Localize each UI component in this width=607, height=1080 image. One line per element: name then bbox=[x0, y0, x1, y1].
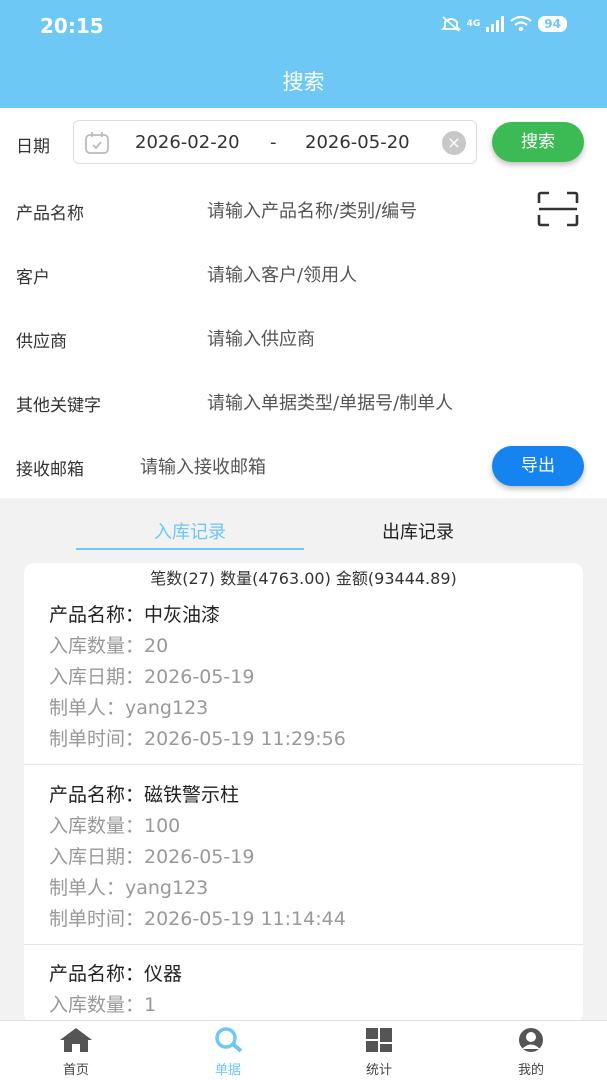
battery-indicator: 94 bbox=[538, 16, 567, 32]
email-input[interactable]: 请输入接收邮箱 bbox=[140, 453, 266, 479]
record-qty: 入库数量：20 bbox=[49, 635, 169, 657]
page-title: 搜索 bbox=[282, 70, 325, 94]
record-list: 笔数(27) 数量(4763.00) 金额(93444.89) 产品名称：中灰油… bbox=[24, 563, 583, 1023]
date-range-picker[interactable]: 2026-02-20 - 2026-05-20 × bbox=[73, 120, 477, 164]
scan-icon[interactable] bbox=[537, 191, 579, 227]
customer-label: 客户 bbox=[16, 268, 50, 288]
status-icons: 4G 94 bbox=[440, 15, 567, 33]
date-end[interactable]: 2026-05-20 bbox=[305, 132, 410, 153]
nav-mine-label: 我的 bbox=[517, 1063, 544, 1078]
nav-home-label: 首页 bbox=[62, 1063, 89, 1078]
list-item[interactable]: 产品名称：中灰油漆 入库数量：20 入库日期：2026-05-19 制单人：ya… bbox=[24, 585, 583, 765]
record-qty: 入库数量：1 bbox=[49, 994, 157, 1016]
record-date: 入库日期：2026-05-19 bbox=[49, 666, 255, 688]
supplier-input[interactable]: 请输入供应商 bbox=[207, 325, 315, 351]
customer-input[interactable]: 请输入客户/领用人 bbox=[207, 261, 357, 287]
record-qty: 入库数量：100 bbox=[49, 815, 181, 837]
tab-underline bbox=[76, 548, 304, 550]
search-button[interactable]: 搜索 bbox=[492, 122, 584, 162]
app-header: 20:15 4G 94 搜索 bbox=[0, 0, 607, 108]
user-icon bbox=[519, 1028, 543, 1052]
nav-stats[interactable]: 统计 bbox=[329, 1027, 429, 1078]
record-time: 制单时间：2026-05-19 11:29:56 bbox=[49, 728, 346, 750]
date-start[interactable]: 2026-02-20 bbox=[135, 132, 240, 153]
search-form: 日期 2026-02-20 - 2026-05-20 × 搜索 产品名称 请输入… bbox=[0, 108, 607, 498]
date-label: 日期 bbox=[16, 137, 50, 157]
keyword-input[interactable]: 请输入单据类型/单据号/制单人 bbox=[207, 389, 453, 415]
nav-home[interactable]: 首页 bbox=[26, 1027, 126, 1078]
record-name: 产品名称：磁铁警示柱 bbox=[49, 784, 240, 806]
date-separator: - bbox=[270, 132, 277, 153]
nav-docs-label: 单据 bbox=[214, 1063, 241, 1078]
nav-docs[interactable]: 单据 bbox=[178, 1027, 278, 1078]
product-label: 产品名称 bbox=[16, 204, 84, 224]
record-name: 产品名称：仪器 bbox=[49, 963, 183, 985]
tab-inbound[interactable]: 入库记录 bbox=[76, 518, 304, 544]
supplier-label: 供应商 bbox=[16, 332, 67, 352]
nav-mine[interactable]: 我的 bbox=[481, 1027, 581, 1078]
status-time: 20:15 bbox=[40, 14, 104, 38]
keyword-label: 其他关键字 bbox=[16, 396, 101, 416]
record-maker: 制单人：yang123 bbox=[49, 697, 209, 719]
email-label: 接收邮箱 bbox=[16, 460, 84, 480]
grid-icon bbox=[366, 1028, 392, 1052]
list-item[interactable]: 产品名称：磁铁警示柱 入库数量：100 入库日期：2026-05-19 制单人：… bbox=[24, 765, 583, 945]
clear-icon[interactable]: × bbox=[442, 131, 466, 155]
record-name: 产品名称：中灰油漆 bbox=[49, 604, 221, 626]
wifi-icon bbox=[510, 16, 532, 32]
nav-stats-label: 统计 bbox=[365, 1063, 392, 1078]
search-icon bbox=[215, 1027, 243, 1053]
record-tabs: 入库记录 出库记录 bbox=[0, 498, 607, 560]
mute-icon bbox=[440, 16, 461, 32]
bottom-nav: 首页 单据 统计 我的 bbox=[0, 1020, 607, 1080]
record-maker: 制单人：yang123 bbox=[49, 877, 209, 899]
calendar-icon bbox=[85, 132, 109, 154]
product-input[interactable]: 请输入产品名称/类别/编号 bbox=[207, 197, 417, 223]
home-icon bbox=[60, 1028, 92, 1052]
network-label: 4G bbox=[466, 19, 481, 29]
record-date: 入库日期：2026-05-19 bbox=[49, 846, 255, 868]
tab-outbound[interactable]: 出库记录 bbox=[304, 518, 532, 544]
record-time: 制单时间：2026-05-19 11:14:44 bbox=[49, 908, 346, 930]
export-button[interactable]: 导出 bbox=[492, 446, 584, 486]
list-item[interactable]: 产品名称：仪器 入库数量：1 bbox=[24, 945, 583, 1023]
signal-icon bbox=[486, 16, 505, 32]
